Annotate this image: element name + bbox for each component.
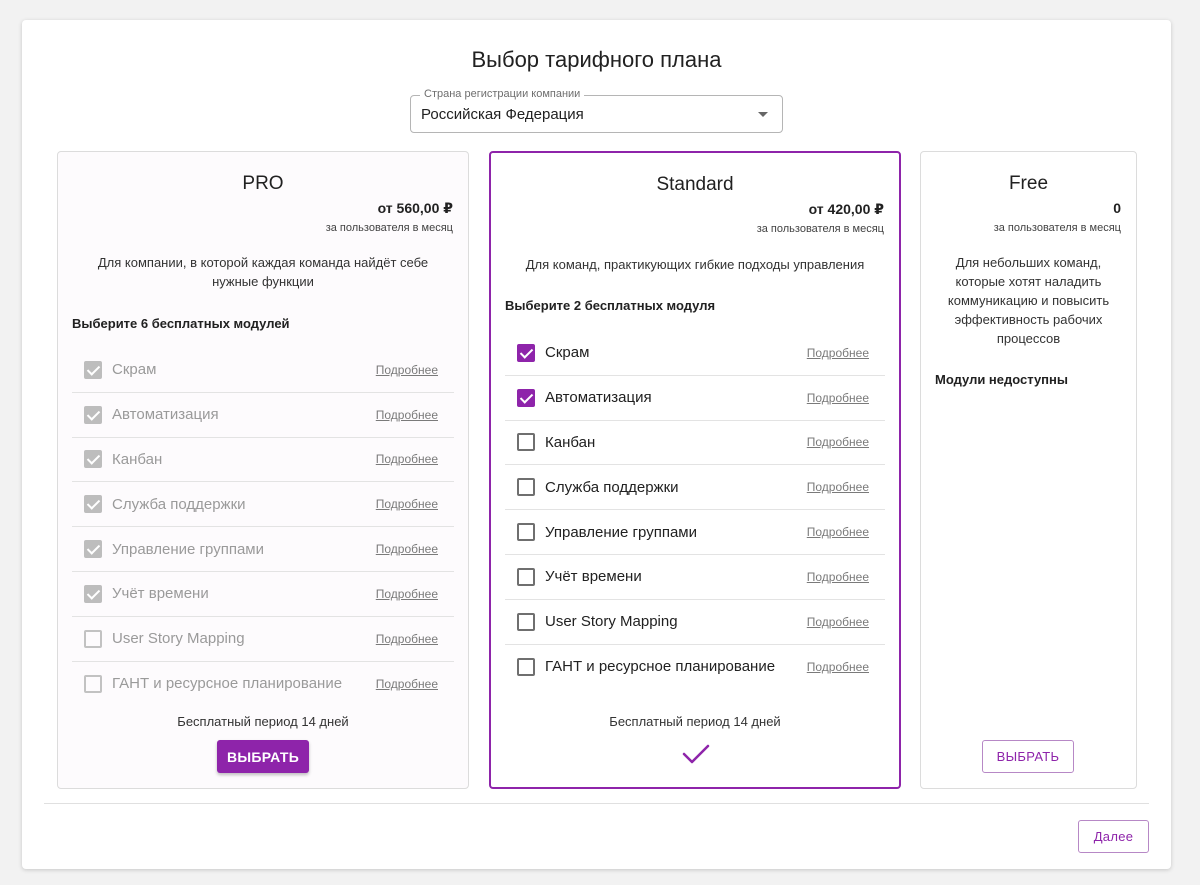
module-label: Служба поддержки [545,478,679,496]
plan-card-standard: Standard от 420,00 ₽ за пользователя в м… [489,151,901,789]
module-checkbox[interactable] [517,433,535,452]
module-list: Скрам Подробнее Автоматизация Подробнее Канб… [72,348,454,706]
next-button[interactable]: Далее [1078,820,1149,853]
plan-price-unit: за пользователя в месяц [993,222,1121,234]
module-checkbox[interactable] [517,478,535,497]
module-details-link[interactable]: Подробнее [807,525,869,539]
country-select[interactable]: Страна регистрации компании Российская Ф… [410,88,783,133]
module-details-link[interactable]: Подробнее [376,587,438,601]
plan-description: Для небольших команд, которые хотят нала… [947,255,1110,346]
module-label: Автоматизация [545,389,652,407]
module-checkbox [84,360,102,379]
module-checkbox[interactable] [517,523,535,542]
plan-price: от 560,00 ₽ [377,200,453,216]
select-free-button[interactable]: ВЫБРАТЬ [982,740,1074,773]
module-label: Канбан [112,450,163,468]
plan-card-free: Free 0 за пользователя в месяц Для небол… [920,151,1137,789]
plan-card-pro: PRO от 560,00 ₽ за пользователя в месяц … [57,151,469,789]
module-checkbox[interactable] [517,657,535,676]
module-checkbox [84,584,102,603]
module-details-link[interactable]: Подробнее [376,632,438,646]
module-details-link[interactable]: Подробнее [376,363,438,377]
module-row: User Story Mapping Подробнее [72,617,454,662]
select-pro-button[interactable]: ВЫБРАТЬ [217,740,309,773]
module-checkbox [84,674,102,693]
plan-price-unit: за пользователя в месяц [756,223,884,235]
module-details-link[interactable]: Подробнее [376,542,438,556]
module-details-link[interactable]: Подробнее [376,497,438,511]
modules-unavailable: Модули недоступны [935,372,1068,387]
module-label: Автоматизация [112,406,219,424]
module-row: Скрам Подробнее [72,348,454,393]
plan-name: Free [1008,173,1049,194]
module-list: Скрам Подробнее Автоматизация Подробнее Канб… [505,331,885,689]
plan-price-unit: за пользователя в месяц [325,222,453,234]
trial-period: Бесплатный период 14 дней [177,714,349,729]
module-details-link[interactable]: Подробнее [807,435,869,449]
module-row: Канбан Подробнее [72,438,454,483]
module-checkbox [84,540,102,559]
selected-check-icon [682,744,710,764]
module-label: Управление группами [545,523,697,541]
plan-description: Для команд, практикующих гибкие подходы … [525,257,865,272]
module-details-link[interactable]: Подробнее [807,346,869,360]
module-details-link[interactable]: Подробнее [807,480,869,494]
dropdown-arrow-icon [758,112,768,117]
plan-dialog: Выбор тарифного плана Страна регистрации… [22,20,1171,869]
module-label: ГАНТ и ресурсное планирование [545,658,776,676]
module-label: Учёт времени [545,568,642,586]
module-checkbox[interactable] [517,567,535,586]
module-row[interactable]: Автоматизация Подробнее [505,376,885,421]
module-label: User Story Mapping [545,613,678,631]
module-row[interactable]: ГАНТ и ресурсное планирование Подробнее [505,645,885,690]
plan-price: 0 [1113,200,1121,216]
country-select-value: Российская Федерация [421,106,584,123]
module-details-link[interactable]: Подробнее [376,408,438,422]
module-checkbox[interactable] [517,612,535,631]
module-checkbox [84,495,102,514]
module-label: ГАНТ и ресурсное планирование [112,675,343,693]
module-label: User Story Mapping [112,630,245,648]
module-row: ГАНТ и ресурсное планирование Подробнее [72,662,454,707]
footer-divider [44,803,1149,804]
module-details-link[interactable]: Подробнее [376,452,438,466]
module-checkbox [84,450,102,469]
module-label: Служба поддержки [112,495,246,513]
module-label: Скрам [112,361,157,379]
plan-price: от 420,00 ₽ [808,201,884,217]
trial-period: Бесплатный период 14 дней [609,714,781,729]
country-select-label: Страна регистрации компании [420,88,585,100]
module-row[interactable]: Учёт времени Подробнее [505,555,885,600]
modules-pick-label: Выберите 6 бесплатных модулей [72,316,290,331]
module-details-link[interactable]: Подробнее [807,615,869,629]
module-row[interactable]: Скрам Подробнее [505,331,885,376]
module-row: Автоматизация Подробнее [72,393,454,438]
module-label: Управление группами [112,540,264,558]
module-row: Управление группами Подробнее [72,527,454,572]
module-row[interactable]: Служба поддержки Подробнее [505,465,885,511]
module-row[interactable]: User Story Mapping Подробнее [505,600,885,645]
module-checkbox [84,405,102,424]
plan-name: PRO [242,173,284,194]
plan-description: Для компании, в которой каждая команда н… [97,255,429,289]
module-details-link[interactable]: Подробнее [807,570,869,584]
module-checkbox[interactable] [517,343,535,362]
module-label: Учёт времени [112,585,209,603]
page-title: Выбор тарифного плана [471,47,722,72]
module-label: Канбан [545,433,596,451]
module-row: Служба поддержки Подробнее [72,482,454,528]
module-details-link[interactable]: Подробнее [376,677,438,691]
module-row: Учёт времени Подробнее [72,572,454,617]
module-checkbox[interactable] [517,388,535,407]
modules-pick-label: Выберите 2 бесплатных модуля [505,298,716,313]
module-details-link[interactable]: Подробнее [807,391,869,405]
module-details-link[interactable]: Подробнее [807,660,869,674]
module-checkbox [84,629,102,648]
module-label: Скрам [545,344,590,362]
plan-name: Standard [656,174,734,195]
module-row[interactable]: Канбан Подробнее [505,421,885,466]
module-row[interactable]: Управление группами Подробнее [505,510,885,555]
